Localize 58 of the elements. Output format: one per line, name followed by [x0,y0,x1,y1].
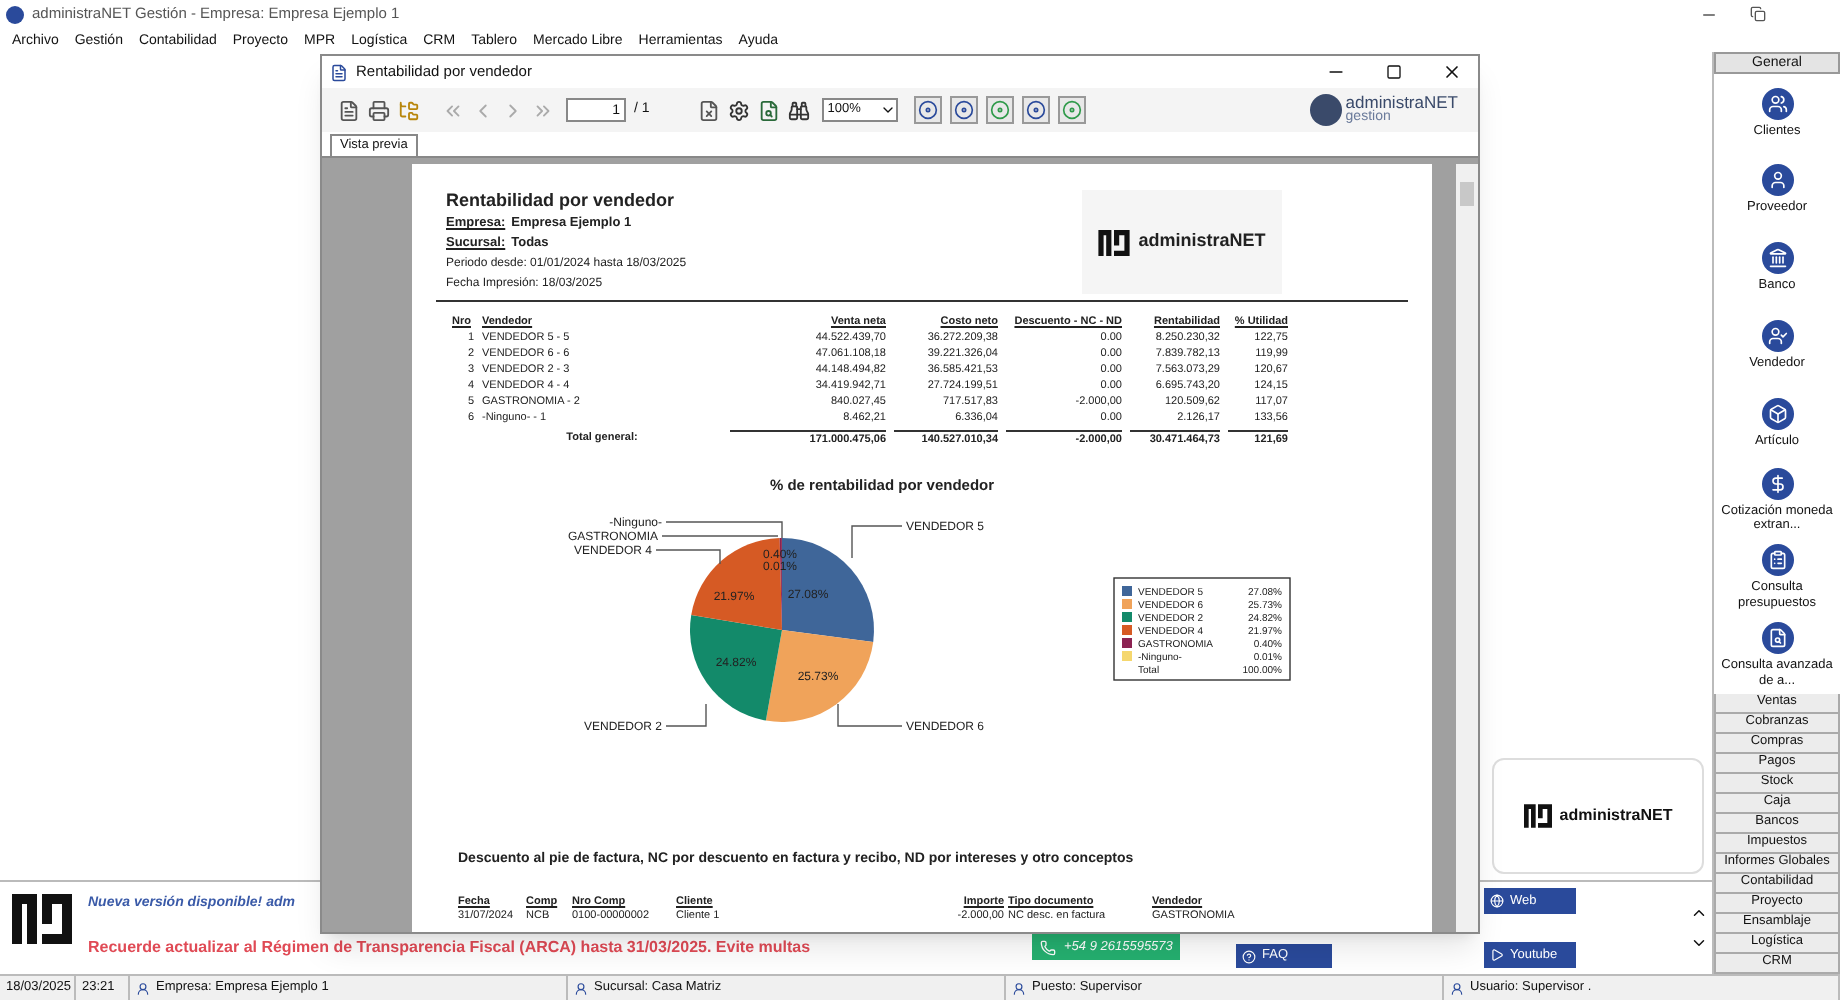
logo-icon [1309,94,1342,126]
toolbar-button[interactable] [364,96,392,124]
user-icon [574,981,588,995]
item-icon [1767,170,1787,191]
leader-line [851,525,903,560]
caret-icon [879,102,896,118]
item-icon [1767,93,1787,114]
printer-icon [367,99,389,121]
window-icon [330,63,348,81]
disc-icon [1061,100,1082,120]
toolbar-button[interactable] [913,96,942,124]
leader-line [655,549,721,566]
fiscal-notice: Recuerde actualizar al Régimen de Transparencia Fiscal (ARCA) hasta 31/03/2025. Evite multas [88,935,813,959]
logo-icon [1098,229,1131,255]
user-icon [136,981,150,995]
logo-icon [12,894,72,944]
tree-icon [397,99,419,121]
leader-line [837,703,903,728]
item-icon [1767,403,1787,424]
toolbar-button[interactable] [725,96,754,124]
toolbar-button[interactable] [1021,96,1050,124]
logo-text: administraNET [1138,228,1266,255]
item-icon [1767,325,1787,346]
scrollbar[interactable] [1456,164,1478,932]
help-icon [1242,949,1256,963]
last-icon [531,99,553,121]
binoculars-icon [788,99,811,121]
document-icon [337,99,359,121]
item-icon [1767,628,1787,649]
disc-icon [989,100,1010,120]
globe-icon [1490,894,1504,908]
logo-text: administraNET [1559,804,1673,828]
toolbar-button[interactable] [785,96,814,124]
item-icon [1767,550,1787,571]
user-icon [1450,981,1464,995]
phone-icon [1040,939,1056,955]
maximize-icon[interactable] [1386,64,1402,80]
item-icon [1767,473,1787,494]
file-icon [698,99,721,121]
play-icon [1490,948,1504,962]
user-icon [1012,981,1026,995]
logo-text: administraNET [1345,94,1458,110]
app-icon [6,5,24,23]
settings-icon [728,99,751,121]
close-icon[interactable] [1442,62,1462,82]
scroll-down-icon[interactable] [1690,934,1708,952]
item-icon [1767,248,1787,269]
disc-icon [1025,100,1046,120]
first-icon [441,99,463,121]
toolbar-button[interactable] [949,96,978,124]
disc-icon [953,100,974,120]
scroll-up-icon[interactable] [1690,904,1708,922]
restore-icon[interactable] [1750,6,1766,22]
logo-icon [1523,804,1552,828]
report-title: Rentabilidad por vendedor [446,190,677,212]
leader-line [665,703,707,728]
search-icon [758,99,781,121]
disc-icon [917,100,938,120]
